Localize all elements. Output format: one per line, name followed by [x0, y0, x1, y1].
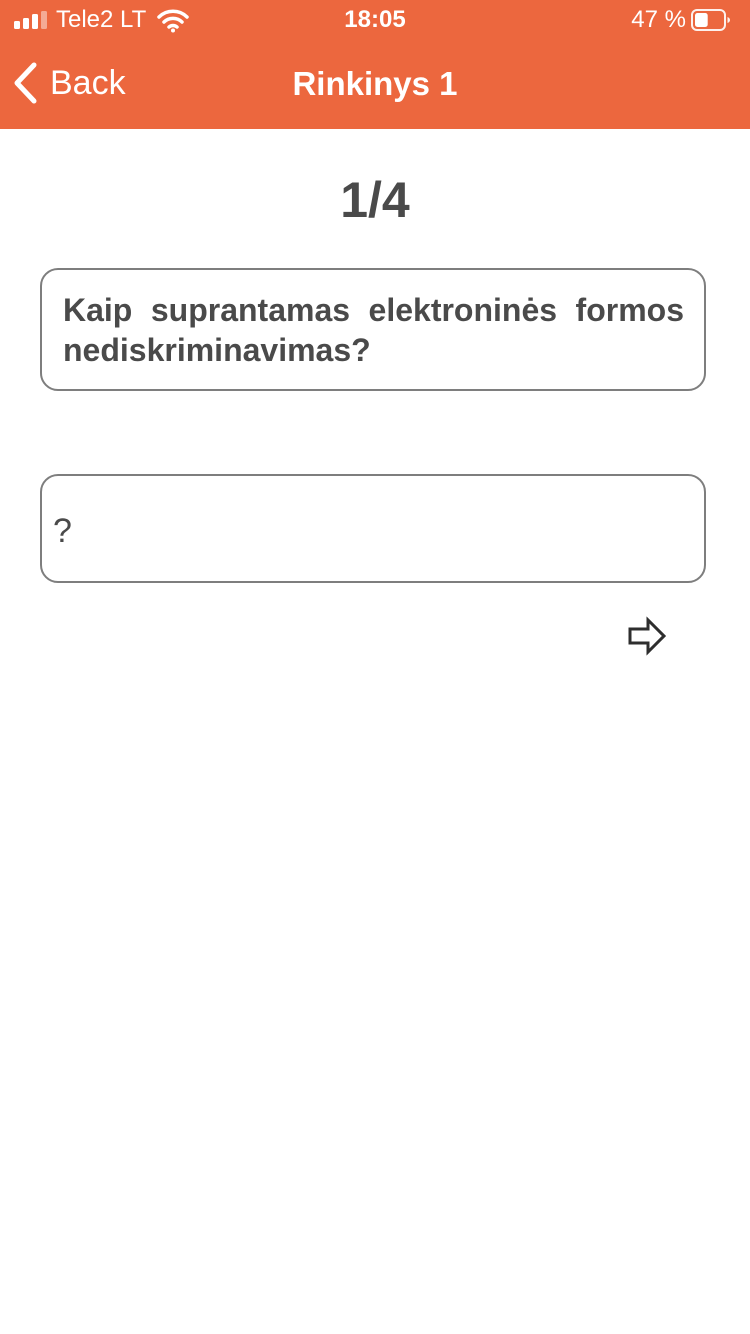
app-screen: Tele2 LT 18:05 47 % Back Rinkinys 1 1/4 …: [0, 0, 750, 1334]
battery-icon: [691, 9, 730, 31]
card-counter: 1/4: [340, 172, 410, 228]
status-bar: Tele2 LT 18:05 47 %: [0, 0, 750, 40]
battery-percentage: 47 %: [631, 6, 686, 33]
question-card: Kaip suprantamas elektroninės formos ned…: [40, 268, 706, 391]
question-text: Kaip suprantamas elektroninės formos ned…: [63, 292, 684, 368]
navigation-bar: Back Rinkinys 1: [0, 40, 750, 129]
page-title: Rinkinys 1: [292, 65, 458, 102]
answer-card[interactable]: ?: [40, 474, 706, 583]
answer-text: ?: [53, 511, 72, 550]
header: Tele2 LT 18:05 47 % Back Rinkinys 1: [0, 0, 750, 129]
arrow-right-icon[interactable]: [622, 614, 672, 658]
